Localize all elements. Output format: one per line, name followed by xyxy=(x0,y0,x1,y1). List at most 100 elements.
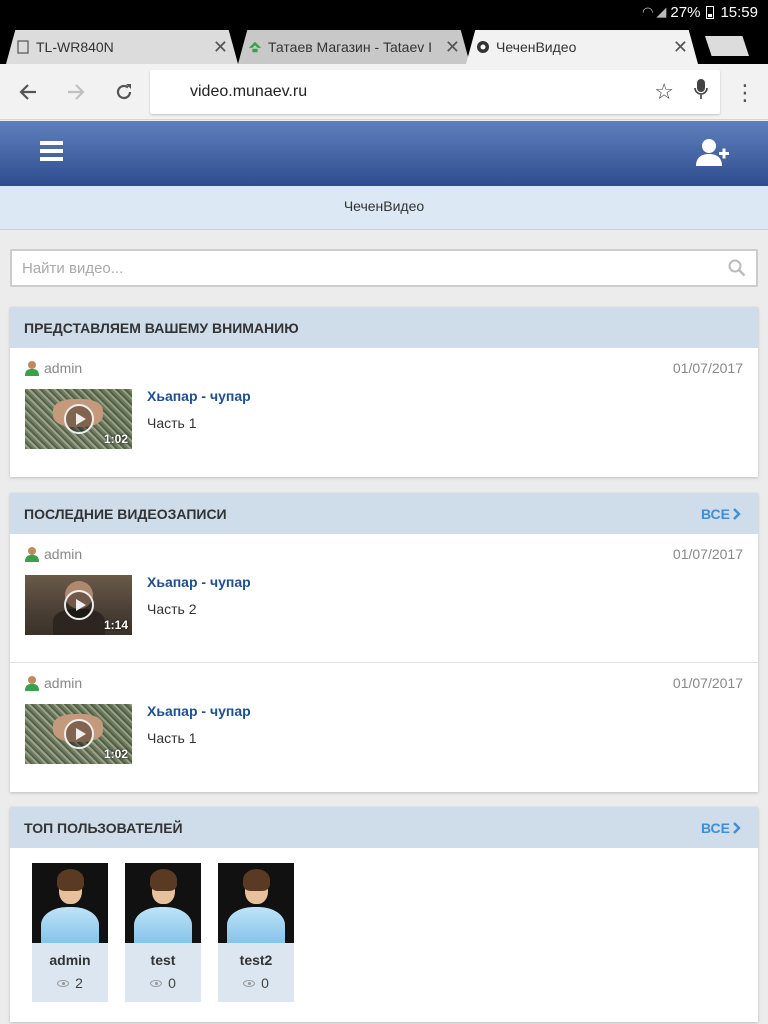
shop-favicon-icon xyxy=(248,40,262,54)
add-user-icon[interactable] xyxy=(696,138,730,168)
tab-strip: TL-WR840N ✕ Татаев Магазин - Tataev I ✕ … xyxy=(0,24,768,64)
close-icon[interactable]: ✕ xyxy=(445,37,460,58)
forward-icon[interactable] xyxy=(52,64,100,120)
author-name: admin xyxy=(44,675,83,691)
author[interactable]: admin xyxy=(24,546,82,562)
battery-icon xyxy=(706,5,715,19)
views-count: 2 xyxy=(75,975,83,991)
tab-tataev-shop[interactable]: Татаев Магазин - Tataev I ✕ xyxy=(238,30,470,64)
video-thumbnail[interactable]: 1:02 xyxy=(25,389,132,449)
user-views: 2 xyxy=(32,975,108,991)
views-count: 0 xyxy=(261,975,269,991)
tab-label: Татаев Магазин - Tataev I xyxy=(268,39,433,55)
mic-icon[interactable] xyxy=(694,78,708,106)
user-card[interactable]: test 0 xyxy=(125,863,201,1002)
author-name: admin xyxy=(44,546,83,562)
star-icon[interactable]: ☆ xyxy=(654,79,674,105)
video-duration: 1:02 xyxy=(103,747,128,761)
video-duration: 1:02 xyxy=(103,432,128,446)
panel-title: ПРЕДСТАВЛЯЕМ ВАШЕМУ ВНИМАНИЮ xyxy=(24,319,299,336)
video-item: admin 01/07/2017 1:02 Хьапар - чупар Час… xyxy=(10,348,758,477)
avatar[interactable] xyxy=(32,863,108,943)
user-card[interactable]: admin 2 xyxy=(32,863,108,1002)
author[interactable]: admin xyxy=(24,360,82,376)
status-icons: ◠ ◢ xyxy=(642,4,666,20)
wifi-icon: ◠ xyxy=(642,4,654,19)
hamburger-icon[interactable] xyxy=(40,141,63,161)
panel-header: ТОП ПОЛЬЗОВАТЕЛЕЙ ВСЕ xyxy=(10,807,758,848)
search-box xyxy=(10,249,758,287)
reload-icon[interactable] xyxy=(100,64,148,120)
eye-icon xyxy=(150,979,163,987)
tab-tl-wr840n[interactable]: TL-WR840N ✕ xyxy=(6,30,238,64)
users-list: admin 2 test 0 test2 0 xyxy=(10,848,758,1022)
eye-icon xyxy=(57,979,70,987)
play-icon[interactable] xyxy=(64,404,94,434)
user-views: 0 xyxy=(125,975,201,991)
featured-panel: ПРЕДСТАВЛЯЕМ ВАШЕМУ ВНИМАНИЮ admin 01/07… xyxy=(10,307,758,477)
all-users-link[interactable]: ВСЕ xyxy=(701,820,742,836)
chevron-right-icon xyxy=(733,821,741,834)
panel-header: ПОСЛЕДНИЕ ВИДЕОЗАПИСИ ВСЕ xyxy=(10,493,758,534)
user-card[interactable]: test2 0 xyxy=(218,863,294,1002)
user-icon xyxy=(25,676,39,691)
views-count: 0 xyxy=(168,975,176,991)
site-name-bar: ЧеченВидео xyxy=(0,186,768,230)
panel-header: ПРЕДСТАВЛЯЕМ ВАШЕМУ ВНИМАНИЮ xyxy=(10,307,758,348)
tab-label: TL-WR840N xyxy=(36,39,114,55)
avatar[interactable] xyxy=(218,863,294,943)
all-videos-link[interactable]: ВСЕ xyxy=(701,506,742,522)
user-name[interactable]: test2 xyxy=(218,952,294,968)
site-name: ЧеченВидео xyxy=(343,198,425,214)
video-thumbnail[interactable]: 1:02 xyxy=(25,704,132,764)
video-thumbnail[interactable]: 1:14 xyxy=(25,575,132,635)
video-title-link[interactable]: Хьапар - чупар xyxy=(147,703,251,719)
video-subtitle: Часть 2 xyxy=(147,601,197,617)
video-title-link[interactable]: Хьапар - чупар xyxy=(147,388,251,404)
play-icon[interactable] xyxy=(64,590,94,620)
menu-icon[interactable]: ⋮ xyxy=(734,80,756,106)
video-item: admin 01/07/2017 1:14 Хьапар - чупар Час… xyxy=(10,534,758,663)
close-icon[interactable]: ✕ xyxy=(213,37,228,58)
video-date: 01/07/2017 xyxy=(672,675,743,691)
play-icon[interactable] xyxy=(64,719,94,749)
user-icon xyxy=(25,547,39,562)
user-name[interactable]: test xyxy=(125,952,201,968)
search-icon[interactable] xyxy=(728,259,746,277)
video-favicon-icon xyxy=(476,40,490,54)
video-subtitle: Часть 1 xyxy=(147,415,197,431)
signal-icon: ◢ xyxy=(656,4,667,19)
video-title-link[interactable]: Хьапар - чупар xyxy=(147,574,251,590)
close-icon[interactable]: ✕ xyxy=(673,37,688,58)
all-label: ВСЕ xyxy=(700,819,730,836)
latest-videos-panel: ПОСЛЕДНИЕ ВИДЕОЗАПИСИ ВСЕ admin 01/07/20… xyxy=(10,493,758,792)
top-users-panel: ТОП ПОЛЬЗОВАТЕЛЕЙ ВСЕ admin 2 test 0 tes… xyxy=(10,807,758,1022)
chevron-right-icon xyxy=(733,507,741,520)
url-text: video.munaev.ru xyxy=(190,83,308,100)
user-views: 0 xyxy=(218,975,294,991)
panel-title: ТОП ПОЛЬЗОВАТЕЛЕЙ xyxy=(24,819,183,836)
user-name[interactable]: admin xyxy=(32,952,108,968)
clock: 15:59 xyxy=(720,3,758,21)
eye-icon xyxy=(243,979,256,987)
video-date: 01/07/2017 xyxy=(672,546,743,562)
author[interactable]: admin xyxy=(24,675,82,691)
video-duration: 1:14 xyxy=(103,618,128,632)
battery-level: 27% xyxy=(670,3,701,21)
page-icon xyxy=(16,40,30,54)
status-bar: ◠ ◢ 27% 15:59 xyxy=(0,0,768,24)
tab-label: ЧеченВидео xyxy=(496,39,577,55)
search-input[interactable] xyxy=(12,251,756,285)
site-header xyxy=(0,121,768,186)
avatar[interactable] xyxy=(125,863,201,943)
video-subtitle: Часть 1 xyxy=(147,730,197,746)
author-name: admin xyxy=(44,360,83,376)
new-tab-button[interactable] xyxy=(705,36,749,56)
video-item: admin 01/07/2017 1:02 Хьапар - чупар Час… xyxy=(10,663,758,792)
all-label: ВСЕ xyxy=(700,505,730,522)
tab-chechenvideo[interactable]: ЧеченВидео ✕ xyxy=(466,30,698,64)
panel-title: ПОСЛЕДНИЕ ВИДЕОЗАПИСИ xyxy=(24,505,227,522)
address-bar[interactable]: video.munaev.ru ☆ xyxy=(150,70,720,114)
back-icon[interactable] xyxy=(4,64,52,120)
video-date: 01/07/2017 xyxy=(672,360,743,376)
